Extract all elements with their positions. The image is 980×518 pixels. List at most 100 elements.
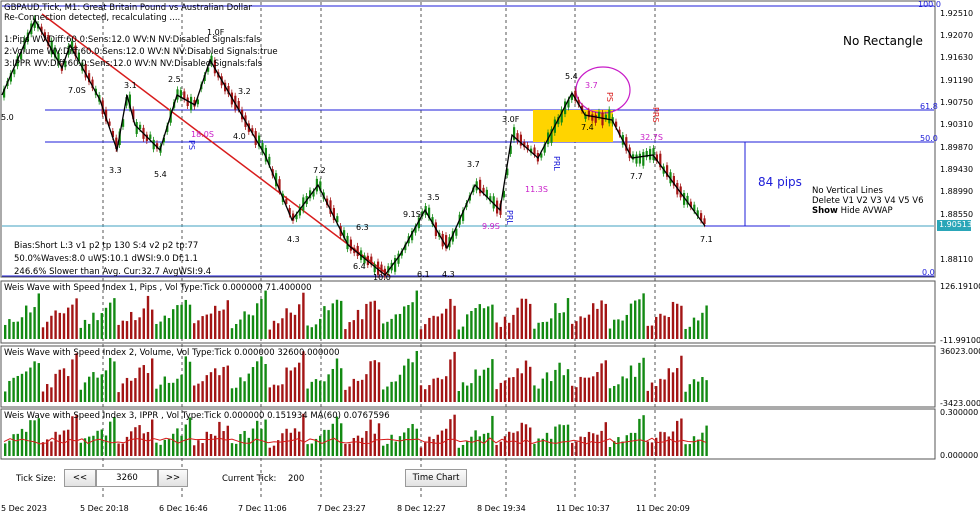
volume-bar: [163, 439, 166, 456]
volume-bar: [104, 370, 108, 402]
volume-bar: [289, 370, 292, 402]
volume-bar: [600, 363, 603, 402]
volume-bar: [25, 305, 28, 339]
candle-body: [598, 111, 601, 118]
volume-bar: [209, 313, 213, 339]
volume-bar: [617, 319, 620, 339]
volume-bar: [495, 444, 498, 456]
volume-bar: [642, 415, 645, 456]
volume-bar: [659, 313, 662, 339]
volume-bar: [41, 327, 45, 339]
volume-bar: [432, 315, 435, 339]
volume-bar: [684, 328, 687, 339]
volume-bar: [508, 431, 511, 456]
volume-bar: [676, 303, 679, 339]
volume-bar: [104, 307, 108, 339]
volume-bar: [67, 307, 70, 339]
volume-bar: [608, 388, 612, 402]
volume-bar: [256, 420, 259, 456]
volume-bar: [348, 443, 351, 456]
prev-tick-button[interactable]: <<: [64, 469, 96, 487]
volume-bar: [83, 319, 87, 339]
volume-bar: [100, 374, 103, 402]
volume-bar: [680, 355, 683, 402]
volume-bar: [67, 429, 70, 456]
show-avwap-button[interactable]: Show: [812, 206, 838, 216]
hide-avwap-button[interactable]: Hide AVWAP: [838, 206, 893, 216]
volume-bar: [579, 316, 582, 339]
volume-bar: [155, 442, 158, 456]
volume-bar: [638, 418, 641, 456]
volume-bar: [205, 431, 208, 456]
speed-label: 32.7S: [640, 133, 663, 142]
volume-bar: [8, 319, 11, 339]
volume-bar: [461, 444, 465, 456]
volume-bar: [453, 305, 456, 339]
time-label: 11 Dec 20:09: [636, 504, 690, 513]
wave-label: 7.2: [313, 166, 326, 175]
volume-bar: [671, 431, 675, 456]
volume-bar: [650, 382, 654, 402]
volume-bar: [680, 305, 683, 339]
volume-bar: [386, 321, 389, 339]
volume-bar: [629, 303, 633, 339]
volume-bar: [138, 425, 141, 456]
volume-bar: [109, 421, 112, 456]
volume-bar: [151, 358, 154, 402]
volume-bar: [277, 385, 280, 402]
volume-bar: [382, 389, 385, 402]
volume-bar: [235, 387, 238, 402]
time-chart-button[interactable]: Time Chart: [405, 469, 467, 487]
volume-bar: [436, 434, 439, 456]
volume-bar: [8, 440, 11, 456]
volume-bar: [596, 308, 599, 339]
volume-bar: [432, 378, 435, 402]
current-tick-value: 200: [288, 474, 305, 484]
volume-bar: [12, 377, 15, 402]
volume-bar: [487, 306, 490, 339]
volume-bar: [323, 381, 326, 402]
volume-bar: [209, 372, 213, 402]
volume-bar: [344, 389, 347, 402]
volume-bar: [41, 391, 45, 402]
volume-bar: [424, 389, 427, 402]
volume-bar: [306, 325, 309, 339]
volume-bar: [587, 377, 591, 402]
volume-bar: [445, 308, 448, 339]
next-tick-button[interactable]: >>: [158, 469, 188, 487]
volume-bar: [369, 419, 372, 456]
volume-bar: [285, 428, 288, 456]
volume-bar: [302, 351, 305, 402]
volume-bar: [415, 428, 418, 456]
tick-size-input[interactable]: 3260: [96, 469, 158, 487]
wave-label: 3.7: [467, 160, 480, 169]
volume-bar: [176, 378, 179, 402]
wave-label: 3.1: [124, 81, 137, 90]
volume-bar: [382, 445, 385, 456]
volume-bar: [466, 441, 469, 456]
volume-bar: [688, 384, 691, 402]
no-rectangle-button[interactable]: No Rectangle: [843, 34, 923, 48]
volume-bar: [571, 385, 574, 402]
volume-bar: [554, 303, 557, 339]
volume-bar: [298, 431, 301, 456]
volume-bar: [50, 387, 53, 402]
volume-bar: [680, 418, 683, 456]
volume-bar: [499, 382, 502, 402]
volume-bar: [54, 373, 57, 402]
avwap-toggle[interactable]: Show Hide AVWAP: [812, 206, 893, 216]
delete-lines-button[interactable]: Delete V1 V2 V3 V4 V5 V6: [812, 196, 923, 206]
wave-label: 7.1: [700, 235, 713, 244]
volume-bar: [638, 299, 641, 339]
volume-bar: [281, 384, 284, 402]
pips-label: 84 pips: [758, 175, 802, 189]
volume-bar: [167, 382, 171, 402]
volume-bar: [474, 430, 477, 456]
volume-bar: [634, 432, 637, 456]
volume-bar: [302, 292, 305, 339]
no-vertical-lines-button[interactable]: No Vertical Lines: [812, 186, 883, 196]
volume-bar: [650, 442, 654, 456]
volume-bar: [327, 374, 330, 402]
volume-bar: [537, 388, 540, 402]
volume-bar: [92, 372, 95, 402]
